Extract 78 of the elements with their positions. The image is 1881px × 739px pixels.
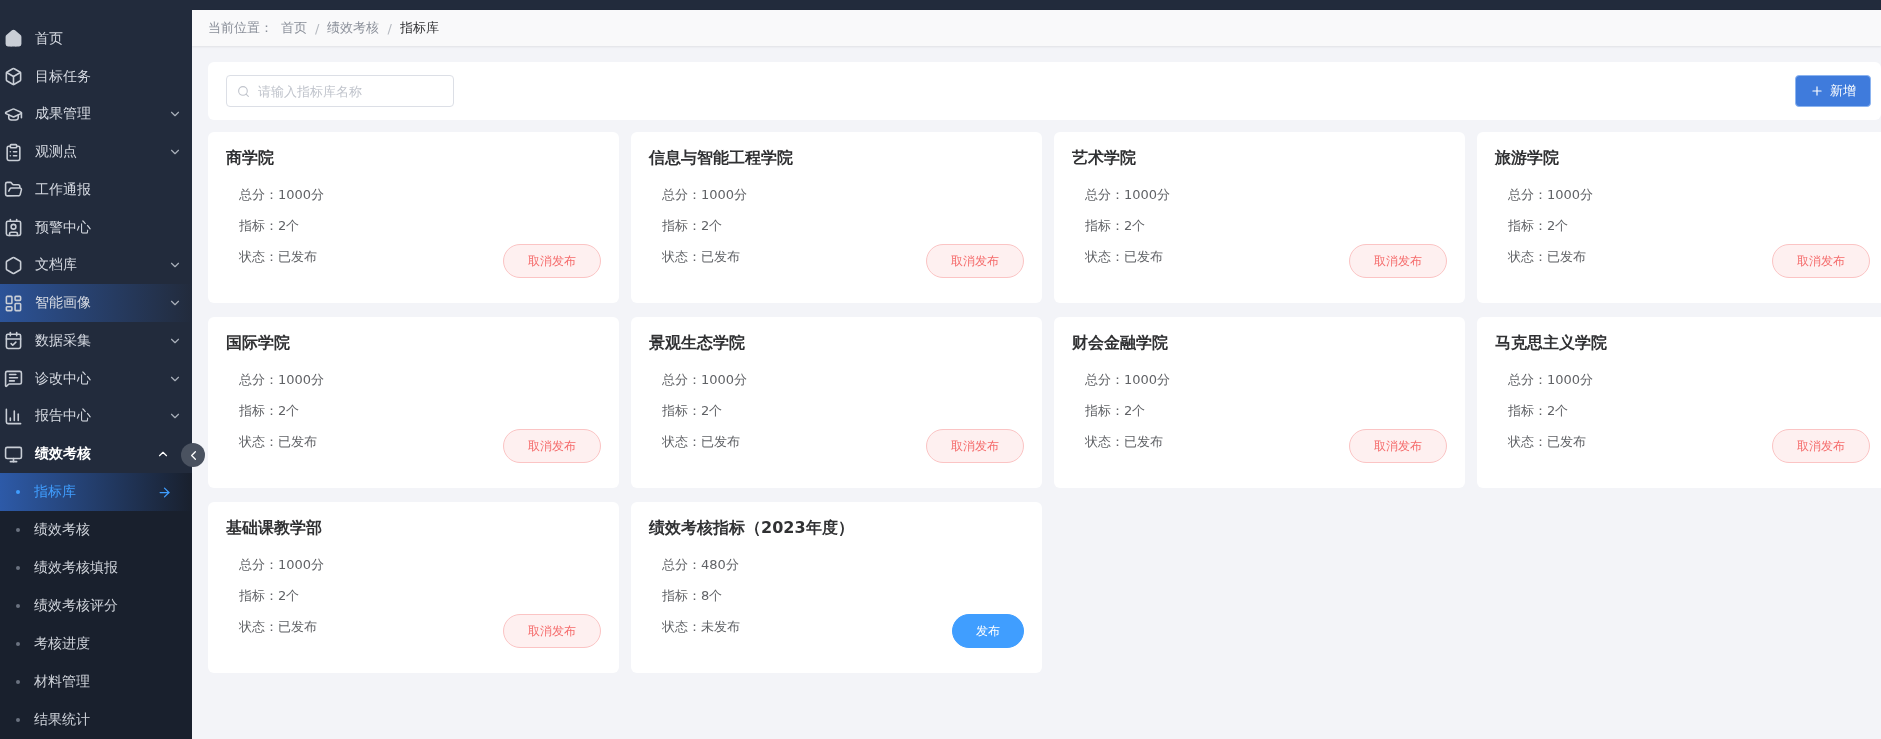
status-text: 状态：已发布 (662, 433, 740, 451)
submenu-item[interactable]: 考核进度 (0, 625, 192, 663)
card-title: 景观生态学院 (649, 333, 746, 354)
breadcrumb-separator: / (315, 20, 320, 36)
total-score: 总分：480分 (662, 556, 739, 574)
card-title: 基础课教学部 (226, 518, 323, 539)
plus-icon (1810, 84, 1824, 98)
card-title: 旅游学院 (1495, 148, 1560, 169)
indicator-count: 指标：2个 (1508, 217, 1569, 235)
total-score: 总分：1000分 (1508, 371, 1594, 389)
menu-item[interactable]: 诊改中心 (0, 359, 192, 398)
indicator-count: 指标：2个 (1508, 402, 1569, 420)
hexagon-icon (4, 255, 23, 275)
status-text: 状态：已发布 (239, 248, 317, 266)
card-title: 艺术学院 (1072, 148, 1137, 169)
breadcrumb-link[interactable]: 指标库 (399, 19, 439, 37)
card-title: 信息与智能工程学院 (649, 148, 794, 169)
home-icon (4, 29, 23, 49)
card-title: 国际学院 (226, 333, 291, 354)
indicator-count: 指标：2个 (239, 217, 300, 235)
total-score: 总分：1000分 (662, 186, 748, 204)
status-text: 状态：已发布 (662, 248, 740, 266)
total-score: 总分：1000分 (1085, 371, 1171, 389)
status-text: 状态：已发布 (239, 618, 317, 636)
total-score: 总分：1000分 (239, 186, 325, 204)
card-title: 财会金融学院 (1072, 333, 1169, 354)
submenu-item[interactable]: 绩效考核评分 (0, 587, 192, 625)
total-score: 总分：1000分 (1085, 186, 1171, 204)
menu-item[interactable]: 预警中心 (0, 208, 192, 247)
menu-item[interactable]: 绩效考核 (0, 435, 180, 473)
status-text: 状态：未发布 (662, 618, 740, 636)
breadcrumb-separator: / (387, 20, 392, 36)
menu-item[interactable]: 工作通报 (0, 171, 192, 209)
dashboard-icon (4, 293, 23, 313)
status-text: 状态：已发布 (1508, 248, 1586, 266)
total-score: 总分：1000分 (662, 371, 748, 389)
menu-item[interactable]: 目标任务 (0, 57, 192, 96)
indicator-count: 指标：2个 (239, 587, 300, 605)
indicator-count: 指标：2个 (239, 402, 300, 420)
submenu-item[interactable]: 结果统计 (0, 701, 192, 739)
total-score: 总分：1000分 (1508, 186, 1594, 204)
indicator-count: 指标：2个 (662, 402, 723, 420)
calendar-check-icon (4, 331, 23, 351)
submenu-item[interactable]: 材料管理 (0, 663, 192, 701)
folder-icon (4, 180, 23, 200)
total-score: 总分：1000分 (239, 371, 325, 389)
menu-item[interactable]: 报告中心 (0, 397, 192, 436)
bar-chart-icon (4, 406, 23, 426)
indicator-count: 指标：8个 (662, 587, 723, 605)
indicator-count: 指标：2个 (662, 217, 723, 235)
menu-item[interactable]: 成果管理 (0, 95, 192, 134)
contact-card-icon (4, 218, 23, 238)
search-icon (237, 84, 250, 98)
arrow-right-icon (157, 484, 172, 500)
cube-icon (4, 67, 23, 87)
menu-item[interactable]: 文档库 (0, 246, 192, 285)
card-title: 商学院 (226, 148, 275, 169)
card-title: 马克思主义学院 (1495, 333, 1608, 354)
monitor-icon (4, 444, 23, 464)
indicator-count: 指标：2个 (1085, 402, 1146, 420)
submenu-item[interactable]: 绩效考核填报 (0, 549, 192, 587)
card-title: 绩效考核指标（2023年度） (649, 518, 855, 539)
total-score: 总分：1000分 (239, 556, 325, 574)
collapse-button[interactable] (181, 443, 205, 467)
message-icon (4, 369, 23, 389)
status-text: 状态：已发布 (1085, 248, 1163, 266)
status-text: 状态：已发布 (239, 433, 317, 451)
menu-item[interactable]: 观测点 (0, 133, 192, 171)
breadcrumb-prefix: 当前位置： (208, 19, 273, 37)
search-field[interactable]: 请输入指标库名称 (226, 75, 454, 107)
add-button[interactable]: 新增 (1795, 75, 1871, 107)
clipboard-icon (4, 142, 23, 162)
menu-item[interactable]: 首页 (0, 20, 192, 58)
status-text: 状态：已发布 (1508, 433, 1586, 451)
menu-item[interactable]: 数据采集 (0, 322, 192, 360)
status-text: 状态：已发布 (1085, 433, 1163, 451)
submenu-item[interactable]: 绩效考核 (0, 511, 192, 549)
indicator-count: 指标：2个 (1085, 217, 1146, 235)
